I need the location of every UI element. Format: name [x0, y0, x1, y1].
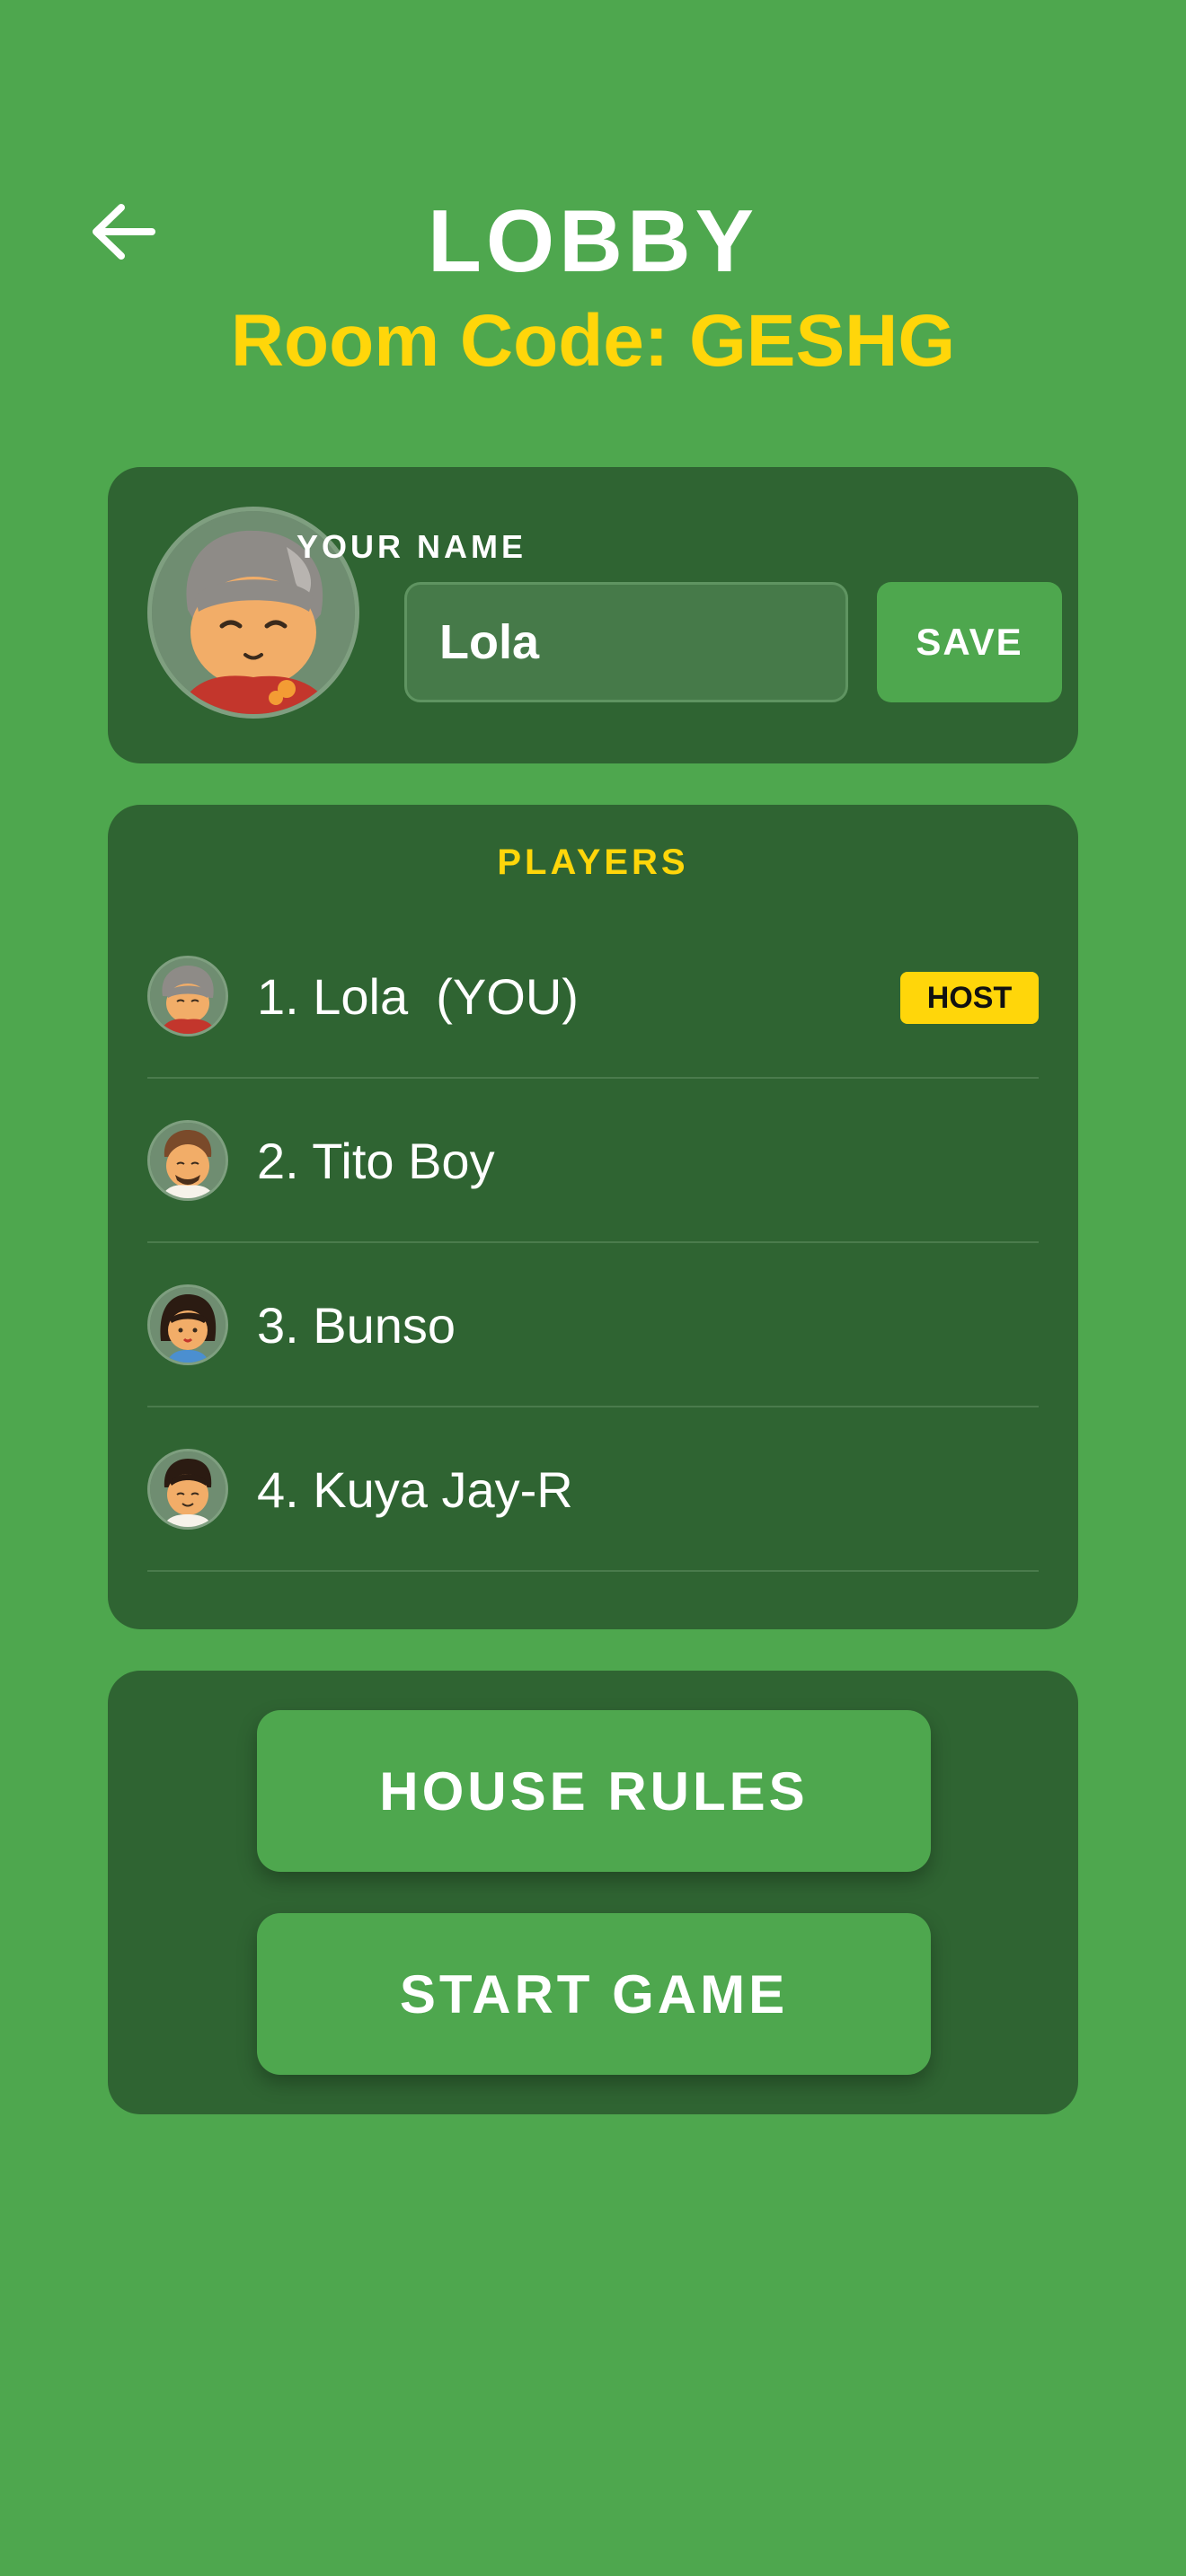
player-name: 1. Lola (YOU) — [257, 968, 579, 1025]
player-row[interactable]: 1. Lola (YOU) HOST — [147, 914, 1039, 1079]
boy-avatar-icon — [150, 1451, 226, 1527]
players-heading: PLAYERS — [497, 842, 689, 882]
player-avatar — [147, 1120, 228, 1201]
player-name: 3. Bunso — [257, 1297, 456, 1354]
save-button[interactable]: SAVE — [877, 582, 1062, 702]
player-avatar — [147, 1284, 228, 1365]
girl-avatar-icon — [150, 1287, 226, 1363]
player-row[interactable]: 4. Kuya Jay-R — [147, 1407, 1039, 1572]
grandma-avatar-icon — [150, 958, 226, 1034]
your-name-label: YOUR NAME — [296, 528, 527, 565]
page-title: LOBBY — [428, 191, 758, 290]
player-row[interactable]: 2. Tito Boy — [147, 1079, 1039, 1243]
players-card: PLAYERS 1. Lola (YOU) HOST 2. Tito Boy 3… — [108, 805, 1078, 1629]
name-input[interactable] — [404, 582, 848, 702]
room-code: Room Code: GESHG — [230, 300, 956, 382]
start-game-button[interactable]: START GAME — [257, 1913, 931, 2075]
house-rules-button[interactable]: HOUSE RULES — [257, 1710, 931, 1872]
uncle-avatar-icon — [150, 1123, 226, 1198]
player-name: 2. Tito Boy — [257, 1133, 495, 1189]
host-badge: HOST — [900, 972, 1039, 1024]
player-name: 4. Kuya Jay-R — [257, 1461, 573, 1518]
actions-card: HOUSE RULES START GAME — [108, 1671, 1078, 2114]
player-avatar — [147, 956, 228, 1037]
player-avatar — [147, 1449, 228, 1530]
player-row[interactable]: 3. Bunso — [147, 1243, 1039, 1407]
